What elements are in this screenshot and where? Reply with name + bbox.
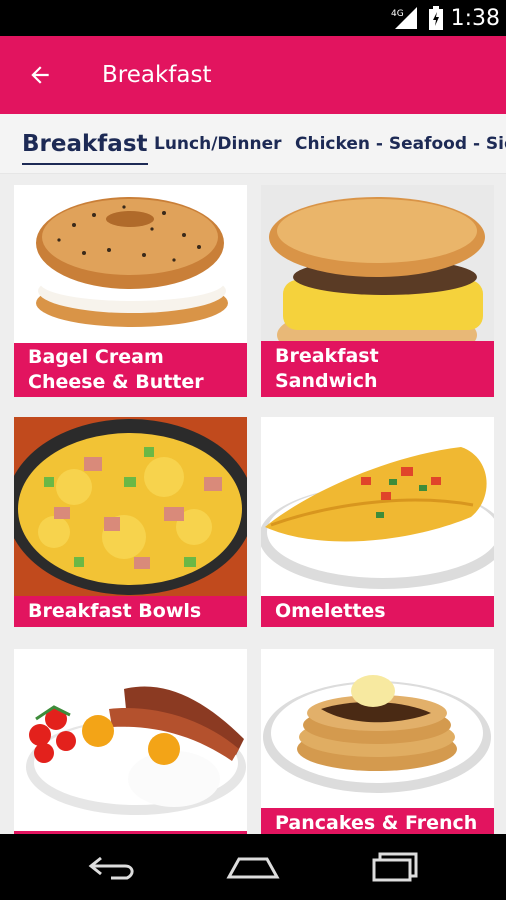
- active-tab-indicator: [22, 163, 148, 165]
- tab-chicken-seafood-sides[interactable]: Chicken - Seafood - Sides: [295, 114, 506, 173]
- menu-card-label: Breakfast Bowls: [14, 596, 247, 627]
- menu-card-breakfast-sandwich[interactable]: Breakfast Sandwich: [261, 185, 494, 397]
- category-tabs: Breakfast Lunch/Dinner Chicken - Seafood…: [0, 114, 506, 174]
- tab-label: Breakfast: [22, 131, 148, 157]
- nav-recents-button[interactable]: [340, 834, 450, 900]
- nav-home-icon: [226, 857, 280, 879]
- menu-card-label: Breakfast Sandwich: [261, 341, 494, 397]
- status-icons: 4G 1:38: [391, 0, 500, 36]
- menu-card-omelettes[interactable]: Omelettes: [261, 417, 494, 627]
- clock: 1:38: [450, 5, 500, 31]
- menu-grid: Bagel Cream Cheese & Butter Breakfast Sa…: [0, 174, 506, 834]
- tab-label: Chicken - Seafood - Sides: [295, 134, 506, 154]
- svg-text:4G: 4G: [391, 9, 404, 19]
- page-title: Breakfast: [102, 62, 212, 88]
- menu-card-eggs-bacon[interactable]: [14, 649, 247, 834]
- signal-icon: 4G: [391, 7, 417, 29]
- battery-icon: [428, 6, 443, 30]
- tab-lunch-dinner[interactable]: Lunch/Dinner: [154, 114, 282, 173]
- nav-back-icon: [88, 856, 134, 880]
- nav-back-button[interactable]: [58, 834, 168, 900]
- menu-card-breakfast-bowls[interactable]: Breakfast Bowls: [14, 417, 247, 627]
- nav-recents-icon: [372, 852, 418, 882]
- breakfast-bowls-image: [14, 417, 247, 597]
- omelettes-image: [261, 447, 494, 589]
- arrow-back-icon: [31, 66, 49, 84]
- eggs-bacon-image: [26, 686, 246, 815]
- app-bar: Breakfast: [0, 36, 506, 114]
- menu-card-pancakes-french[interactable]: Pancakes & French: [261, 649, 494, 834]
- menu-card-label: Bagel Cream Cheese & Butter: [14, 343, 247, 397]
- system-nav-bar: [0, 834, 506, 900]
- pancakes-image: [263, 675, 491, 793]
- status-bar: 4G 1:38: [0, 0, 506, 36]
- tab-breakfast[interactable]: Breakfast: [22, 114, 148, 173]
- back-button[interactable]: [0, 36, 80, 114]
- nav-home-button[interactable]: [198, 834, 308, 900]
- menu-card-label: Omelettes: [261, 596, 494, 627]
- tab-label: Lunch/Dinner: [154, 134, 282, 154]
- menu-card-bagel[interactable]: Bagel Cream Cheese & Butter: [14, 185, 247, 397]
- menu-card-label: Pancakes & French: [261, 808, 494, 834]
- bagel-image: [36, 197, 228, 327]
